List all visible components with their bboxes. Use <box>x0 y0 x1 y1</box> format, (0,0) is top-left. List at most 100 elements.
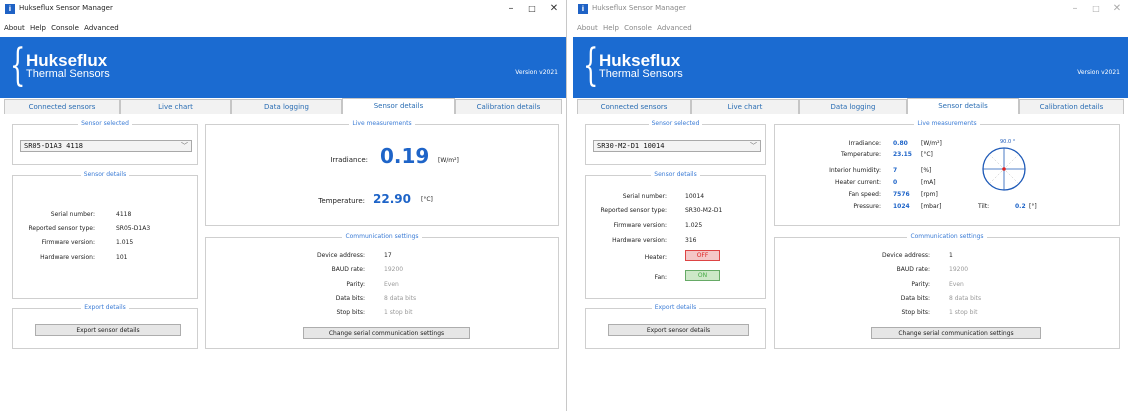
menu-advanced[interactable]: Advanced <box>84 24 119 32</box>
comm-label: Parity: <box>911 281 930 288</box>
measurement-label: Temperature: <box>840 151 881 158</box>
tab-calibration-details[interactable]: Calibration details <box>455 99 562 114</box>
menu-console[interactable]: Console <box>51 24 79 32</box>
change-serial-settings-button[interactable]: Change serial communication settings <box>303 327 470 339</box>
logo-brace: { <box>583 40 599 91</box>
menu-help[interactable]: Help <box>30 24 46 32</box>
menu-about[interactable]: About <box>4 24 25 32</box>
logo-brace: { <box>10 40 26 91</box>
brand-subtitle: Thermal Sensors <box>26 68 110 80</box>
sensor-selected-title: Sensor selected <box>648 120 703 127</box>
detail-label: Reported sensor type: <box>28 225 95 232</box>
tilt-value: 0.2 <box>1015 203 1026 210</box>
live-measurements-group: Live measurements Irradiance: 0.80 [W/m²… <box>774 120 1120 226</box>
irradiance-unit: [W/m²] <box>438 157 459 164</box>
tab-live-chart[interactable]: Live chart <box>691 99 799 114</box>
export-sensor-details-button[interactable]: Export sensor details <box>608 324 749 336</box>
comm-value: Even <box>949 281 964 288</box>
menu-advanced[interactable]: Advanced <box>657 24 692 32</box>
communication-settings-title: Communication settings <box>907 233 987 240</box>
comm-label: Stop bits: <box>901 309 930 316</box>
minimize-button[interactable]: – <box>1067 2 1083 16</box>
communication-settings-group: Communication settings Device address: 1… <box>774 233 1120 349</box>
measurement-unit: [%] <box>921 167 932 174</box>
comm-value: 19200 <box>384 266 404 273</box>
detail-label: Firmware version: <box>613 222 667 229</box>
menu-help[interactable]: Help <box>603 24 619 32</box>
detail-value: SR30-M2-D1 <box>685 207 723 214</box>
detail-value: 316 <box>685 237 697 244</box>
measurement-value: 7576 <box>893 191 910 198</box>
export-sensor-details-button[interactable]: Export sensor details <box>35 324 181 336</box>
tilt-unit: [°] <box>1029 203 1037 210</box>
comm-label: Stop bits: <box>336 309 365 316</box>
brand-name: Hukseflux <box>26 51 108 70</box>
tab-live-chart[interactable]: Live chart <box>120 99 231 114</box>
tab-bar: Connected sensors Live chart Data loggin… <box>577 98 1124 114</box>
window-title: Hukseflux Sensor Manager <box>592 4 686 12</box>
comm-value: 17 <box>384 252 392 259</box>
detail-value: 10014 <box>685 193 705 200</box>
live-measurements-group: Live measurements Irradiance: 0.19 [W/m²… <box>205 120 559 226</box>
tab-calibration-details[interactable]: Calibration details <box>1019 99 1124 114</box>
export-details-title: Export details <box>81 304 129 311</box>
measurement-value: 1024 <box>893 203 910 210</box>
measurement-label: Irradiance: <box>848 140 881 147</box>
tab-data-logging[interactable]: Data logging <box>799 99 907 114</box>
sensor-manager-window-left: i Hukseflux Sensor Manager – □ ✕ About H… <box>0 0 566 411</box>
title-bar[interactable]: i Hukseflux Sensor Manager – □ ✕ <box>573 0 1128 22</box>
sensor-select-value: SR05-D1A3 4118 <box>24 142 84 150</box>
sensor-details-title: Sensor details <box>80 171 130 178</box>
tilt-label: Tilt: <box>978 203 990 210</box>
comm-value: 1 stop bit <box>384 309 413 316</box>
heater-toggle[interactable]: OFF <box>685 250 720 261</box>
detail-label: Serial number: <box>622 193 667 200</box>
fan-label: Fan: <box>654 274 667 281</box>
comm-value: 8 data bits <box>384 295 417 302</box>
tab-connected-sensors[interactable]: Connected sensors <box>4 99 120 114</box>
tab-sensor-details[interactable]: Sensor details <box>907 98 1019 114</box>
version-label: Version v2021 <box>515 69 558 76</box>
tab-bar: Connected sensors Live chart Data loggin… <box>4 98 562 114</box>
title-bar[interactable]: i Hukseflux Sensor Manager – □ ✕ <box>0 0 566 22</box>
tab-connected-sensors[interactable]: Connected sensors <box>577 99 691 114</box>
detail-value: 101 <box>116 254 128 261</box>
menu-console[interactable]: Console <box>624 24 652 32</box>
tab-data-logging[interactable]: Data logging <box>231 99 342 114</box>
tab-sensor-details[interactable]: Sensor details <box>342 98 455 114</box>
comm-label: Data bits: <box>900 295 930 302</box>
sensor-select-dropdown[interactable]: SR05-D1A3 4118 ﹀ <box>20 140 192 152</box>
maximize-button[interactable]: □ <box>524 2 540 16</box>
sensor-select-value: SR30-M2-D1 10014 <box>597 142 665 150</box>
close-button[interactable]: ✕ <box>1109 2 1125 16</box>
fan-toggle[interactable]: ON <box>685 270 720 281</box>
sensor-select-dropdown[interactable]: SR30-M2-D1 10014 ﹀ <box>593 140 761 152</box>
change-serial-settings-button[interactable]: Change serial communication settings <box>871 327 1041 339</box>
tilt-dial-icon <box>982 147 1026 191</box>
detail-value: SR05-D1A3 <box>116 225 151 232</box>
comm-value: Even <box>384 281 399 288</box>
close-button[interactable]: ✕ <box>546 2 562 16</box>
measurement-unit: [°C] <box>921 151 933 158</box>
comm-label: Device address: <box>881 252 930 259</box>
measurement-unit: [rpm] <box>921 191 938 198</box>
comm-label: Parity: <box>346 281 365 288</box>
comm-label: Device address: <box>316 252 365 259</box>
temperature-value: 22.90 <box>373 192 411 206</box>
menu-about[interactable]: About <box>577 24 598 32</box>
sensor-manager-window-right: i Hukseflux Sensor Manager – □ ✕ About H… <box>573 0 1128 411</box>
comm-value: 8 data bits <box>949 295 982 302</box>
comm-label: BAUD rate: <box>331 266 365 273</box>
measurement-value: 0.80 <box>893 140 908 147</box>
minimize-button[interactable]: – <box>503 2 519 16</box>
communication-settings-group: Communication settings Device address: 1… <box>205 233 559 349</box>
menu-bar: About Help Console Advanced <box>4 24 122 32</box>
measurement-value: 7 <box>893 167 898 174</box>
export-details-group: Export details Export sensor details <box>12 304 198 349</box>
comm-label: Data bits: <box>335 295 365 302</box>
detail-value: 1.025 <box>685 222 703 229</box>
maximize-button[interactable]: □ <box>1088 2 1104 16</box>
sensor-details-group: Sensor details Serial number: 10014 Repo… <box>585 171 766 299</box>
export-details-title: Export details <box>651 304 700 311</box>
temperature-unit: [°C] <box>421 196 433 203</box>
